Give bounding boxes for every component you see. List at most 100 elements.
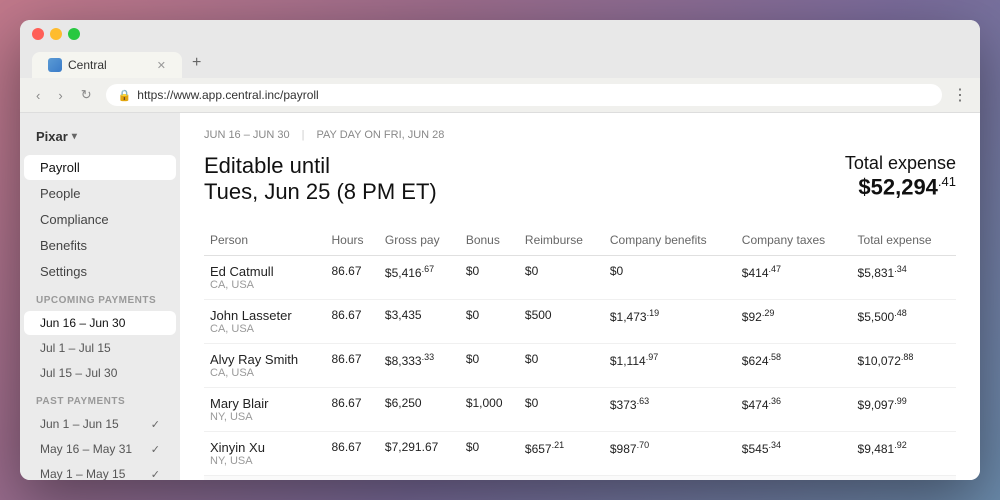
contractors-section-divider: CONTRACTORS [204,476,956,481]
total-cell: $9,097.99 [852,388,956,432]
person-name: Alvy Ray Smith [210,352,320,367]
tab-close-button[interactable]: ✕ [157,59,166,72]
maximize-button[interactable] [68,28,80,40]
total-expense-label: Total expense [845,153,956,174]
co-taxes-cell: $545.34 [736,432,852,476]
upcoming-payments-label: UPCOMING PAYMENTS [20,285,180,310]
period-text: JUN 16 – JUN 30 [204,129,290,141]
sidebar-item-settings[interactable]: Settings [24,259,176,284]
past-payments-label: PAST PAYMENTS [20,386,180,411]
co-taxes-cell: $414.47 [736,256,852,300]
co-benefits-cell: $1,114.97 [604,344,736,388]
org-header[interactable]: Pixar ▾ [20,125,180,154]
more-options-button[interactable]: ⋮ [952,85,968,105]
person-cell: Xinyin Xu NY, USA [204,432,326,476]
hours-cell: 86.67 [326,388,379,432]
total-expense-value: $52,294.41 [845,174,956,200]
payroll-table: Person Hours Gross pay Bonus Reimburse C… [204,225,956,480]
person-location: CA, USA [210,279,320,291]
page-title-section: Editable until Tues, Jun 25 (8 PM ET) To… [204,153,956,205]
payment-jul1-jul15[interactable]: Jul 1 – Jul 15 [24,336,176,360]
editable-date: Tues, Jun 25 (8 PM ET) [204,179,437,205]
refresh-button[interactable]: ↻ [77,85,96,105]
person-name: Xinyin Xu [210,440,320,455]
url-text: https://www.app.central.inc/payroll [137,88,318,102]
co-benefits-cell: $373.63 [604,388,736,432]
co-benefits-cell: $987.70 [604,432,736,476]
payment-label: May 1 – May 15 [40,467,125,480]
sidebar-item-payroll[interactable]: Payroll [24,155,176,180]
check-icon: ✓ [151,443,160,456]
payment-label: Jun 1 – Jun 15 [40,417,119,431]
payment-may1-may15[interactable]: May 1 – May 15 ✓ [24,462,176,480]
bonus-cell: $1,000 [460,388,519,432]
person-cell: Ed Catmull CA, USA [204,256,326,300]
total-cell: $5,831.34 [852,256,956,300]
payment-label: Jun 16 – Jun 30 [40,316,125,330]
gross-pay-cell: $7,291.67 [379,432,460,476]
col-header-person: Person [204,225,326,256]
person-location: CA, USA [210,367,320,379]
check-icon: ✓ [151,468,160,481]
co-benefits-cell: $1,473.19 [604,300,736,344]
main-content: JUN 16 – JUN 30 | PAY DAY ON FRI, JUN 28… [180,113,980,480]
traffic-lights [32,28,968,40]
payment-label: Jul 15 – Jul 30 [40,366,117,380]
person-location: NY, USA [210,455,320,467]
payment-jul15-jul30[interactable]: Jul 15 – Jul 30 [24,361,176,385]
app-layout: Pixar ▾ Payroll People Compliance Benefi… [20,113,980,480]
table-row: Alvy Ray Smith CA, USA 86.67 $8,333.33 $… [204,344,956,388]
close-button[interactable] [32,28,44,40]
payment-jun1-jun15[interactable]: Jun 1 – Jun 15 ✓ [24,412,176,436]
payment-label: May 16 – May 31 [40,442,132,456]
col-header-hours: Hours [326,225,379,256]
new-tab-button[interactable]: + [182,48,211,78]
sidebar-item-benefits[interactable]: Benefits [24,233,176,258]
payment-jun16-jun30[interactable]: Jun 16 – Jun 30 [24,311,176,335]
col-header-total: Total expense [852,225,956,256]
table-row: Mary Blair NY, USA 86.67 $6,250 $1,000 $… [204,388,956,432]
tab-bar: Central ✕ + [32,48,968,78]
col-header-co-taxes: Company taxes [736,225,852,256]
total-expense-section: Total expense $52,294.41 [845,153,956,200]
reimburse-cell: $0 [519,256,604,300]
total-cents: .41 [938,174,956,189]
bonus-cell: $0 [460,432,519,476]
hours-cell: 86.67 [326,344,379,388]
back-button[interactable]: ‹ [32,86,44,105]
minimize-button[interactable] [50,28,62,40]
sidebar: Pixar ▾ Payroll People Compliance Benefi… [20,113,180,480]
co-taxes-cell: $92.29 [736,300,852,344]
payday-text: PAY DAY ON FRI, JUN 28 [316,129,444,141]
total-cell: $9,481.92 [852,432,956,476]
co-taxes-cell: $624.58 [736,344,852,388]
col-header-reimburse: Reimburse [519,225,604,256]
payment-may16-may31[interactable]: May 16 – May 31 ✓ [24,437,176,461]
gross-pay-cell: $8,333.33 [379,344,460,388]
person-location: NY, USA [210,411,320,423]
person-name: Mary Blair [210,396,320,411]
reimburse-cell: $657.21 [519,432,604,476]
address-bar[interactable]: 🔒 https://www.app.central.inc/payroll [106,84,942,106]
gross-pay-cell: $3,435 [379,300,460,344]
payment-label: Jul 1 – Jul 15 [40,341,111,355]
tab-favicon [48,58,62,72]
reimburse-cell: $0 [519,388,604,432]
sidebar-item-people[interactable]: People [24,181,176,206]
editable-section: Editable until Tues, Jun 25 (8 PM ET) [204,153,437,205]
sidebar-item-compliance[interactable]: Compliance [24,207,176,232]
browser-chrome: Central ✕ + [20,20,980,78]
person-name: John Lasseter [210,308,320,323]
separator: | [302,129,305,141]
org-name: Pixar [36,129,68,144]
person-cell: Mary Blair NY, USA [204,388,326,432]
co-taxes-cell: $474.36 [736,388,852,432]
forward-button[interactable]: › [54,86,66,105]
bonus-cell: $0 [460,256,519,300]
person-cell: Alvy Ray Smith CA, USA [204,344,326,388]
reimburse-cell: $0 [519,344,604,388]
total-cell: $5,500.48 [852,300,956,344]
sidebar-nav: Payroll People Compliance Benefits Setti… [20,155,180,284]
active-tab[interactable]: Central ✕ [32,52,182,78]
period-header: JUN 16 – JUN 30 | PAY DAY ON FRI, JUN 28 [204,129,956,141]
